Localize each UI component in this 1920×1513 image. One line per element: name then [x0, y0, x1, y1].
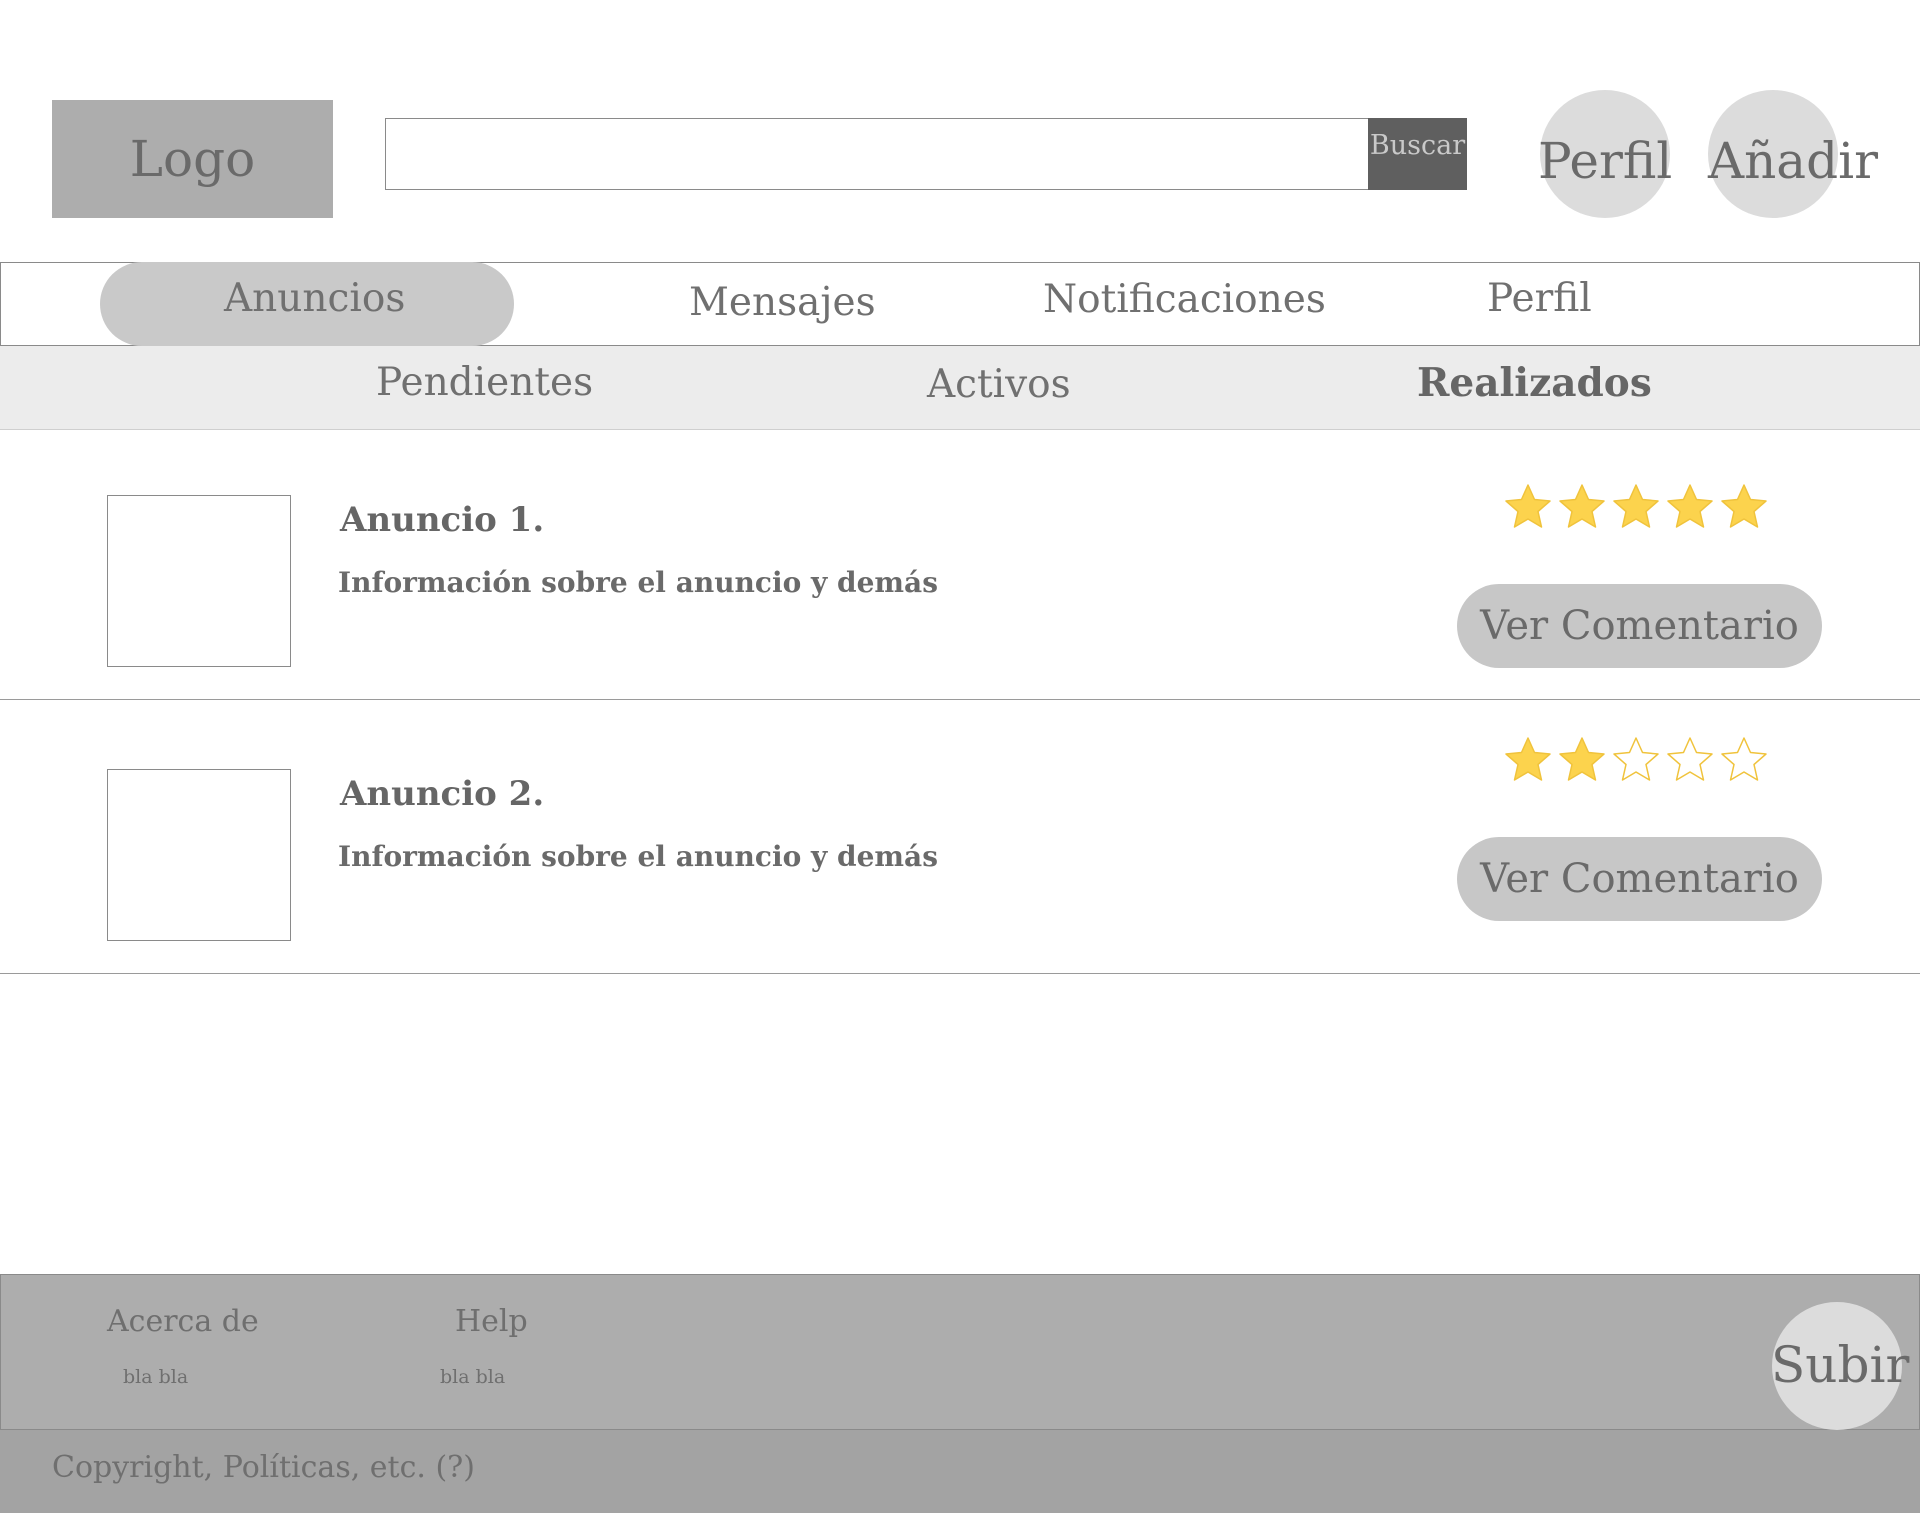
- divider: [0, 699, 1920, 700]
- copyright-text: Copyright, Políticas, etc. (?): [52, 1450, 475, 1485]
- scroll-top-label[interactable]: Subir: [1771, 1336, 1909, 1394]
- footer-about-text: bla bla: [123, 1366, 189, 1388]
- listing-info: Información sobre el anuncio y demás: [338, 566, 938, 599]
- search-input[interactable]: [385, 118, 1369, 190]
- add-button-label[interactable]: Añadir: [1708, 132, 1878, 190]
- footer-help-text: bla bla: [440, 1366, 506, 1388]
- view-comment-button[interactable]: Ver Comentario: [1457, 584, 1822, 668]
- listing-info: Información sobre el anuncio y demás: [338, 840, 938, 873]
- tab-perfil[interactable]: Perfil: [1487, 276, 1592, 321]
- subtab-pendientes[interactable]: Pendientes: [376, 360, 593, 405]
- search-button[interactable]: Buscar: [1368, 118, 1467, 190]
- tab-notificaciones[interactable]: Notificaciones: [1043, 277, 1326, 322]
- star-filled-icon: [1559, 484, 1605, 528]
- rating-stars: [1503, 482, 1769, 530]
- tab-anuncios[interactable]: Anuncios: [224, 276, 405, 321]
- tab-mensajes[interactable]: Mensajes: [689, 280, 876, 325]
- star-filled-icon: [1721, 484, 1767, 528]
- logo[interactable]: Logo: [52, 100, 333, 218]
- footer: [0, 1274, 1920, 1430]
- listing-thumbnail[interactable]: [107, 769, 291, 941]
- subtab-realizados[interactable]: Realizados: [1417, 360, 1652, 406]
- rating-stars: [1503, 735, 1769, 783]
- star-filled-icon: [1559, 737, 1605, 781]
- divider: [0, 973, 1920, 974]
- star-filled-icon: [1505, 737, 1551, 781]
- listing-title[interactable]: Anuncio 1.: [340, 500, 544, 540]
- footer-help-link[interactable]: Help: [455, 1304, 528, 1339]
- profile-button-label[interactable]: Perfil: [1538, 132, 1672, 190]
- star-filled-icon: [1613, 484, 1659, 528]
- subtab-activos[interactable]: Activos: [927, 362, 1071, 407]
- view-comment-button[interactable]: Ver Comentario: [1457, 837, 1822, 921]
- star-filled-icon: [1505, 484, 1551, 528]
- star-empty-icon: [1667, 737, 1713, 781]
- star-empty-icon: [1613, 737, 1659, 781]
- listing-title[interactable]: Anuncio 2.: [340, 774, 544, 814]
- star-filled-icon: [1667, 484, 1713, 528]
- footer-about-link[interactable]: Acerca de: [107, 1304, 259, 1339]
- star-empty-icon: [1721, 737, 1767, 781]
- listing-thumbnail[interactable]: [107, 495, 291, 667]
